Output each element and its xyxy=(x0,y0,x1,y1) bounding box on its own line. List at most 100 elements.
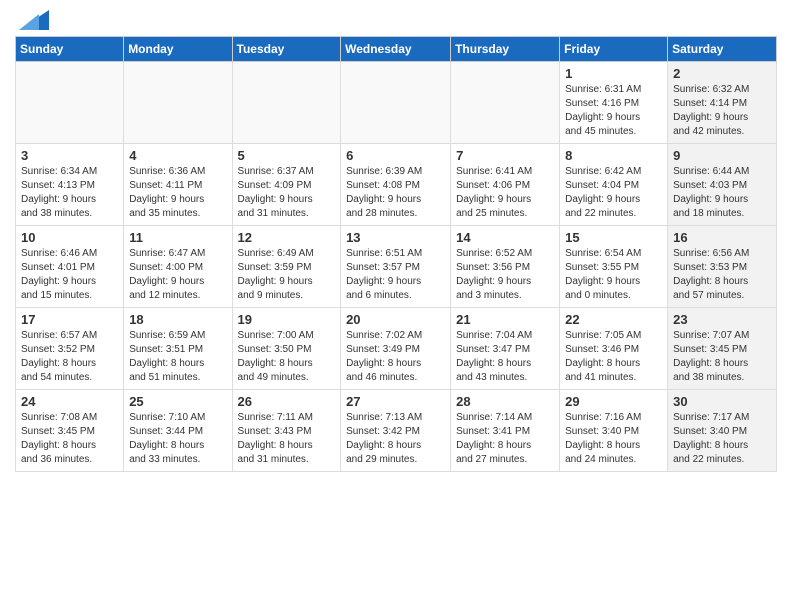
day-number: 28 xyxy=(456,394,554,409)
day-info: Sunrise: 7:11 AM Sunset: 3:43 PM Dayligh… xyxy=(238,411,336,467)
calendar-day-cell: 9 Sunrise: 6:44 AM Sunset: 4:03 PM Daylig… xyxy=(668,144,777,226)
calendar-day-cell: 21Sunrise: 7:04 AM Sunset: 3:47 PM Dayli… xyxy=(451,308,560,390)
logo xyxy=(15,10,49,30)
calendar-day-cell: 20 Sunrise: 7:02 AM Sunset: 3:49 PM Dayli… xyxy=(341,308,451,390)
day-info: Sunrise: 7:08 AM Sunset: 3:45 PM Dayligh… xyxy=(21,411,118,467)
day-number: 20 xyxy=(346,312,445,327)
day-number: 18 xyxy=(129,312,226,327)
day-number: 15 xyxy=(565,230,662,245)
day-info: Sunrise: 6:51 AM Sunset: 3:57 PM Dayligh… xyxy=(346,247,445,303)
calendar-day-cell xyxy=(341,62,451,144)
day-info: Sunrise: 7:13 AM Sunset: 3:42 PM Dayligh… xyxy=(346,411,445,467)
day-info: Sunrise: 6:37 AM Sunset: 4:09 PM Dayligh… xyxy=(238,165,336,221)
calendar-day-cell: 29 Sunrise: 7:16 AM Sunset: 3:40 PM Dayli… xyxy=(560,390,668,472)
calendar-day-cell xyxy=(16,62,124,144)
calendar-day-cell: 12 Sunrise: 6:49 AM Sunset: 3:59 PM Dayli… xyxy=(232,226,341,308)
day-info: Sunrise: 6:59 AM Sunset: 3:51 PM Dayligh… xyxy=(129,329,226,385)
day-info: Sunrise: 6:49 AM Sunset: 3:59 PM Dayligh… xyxy=(238,247,336,303)
day-info: Sunrise: 6:39 AM Sunset: 4:08 PM Dayligh… xyxy=(346,165,445,221)
weekday-header: Monday xyxy=(124,37,232,62)
day-number: 9 xyxy=(673,148,771,163)
calendar-day-cell: 11 Sunrise: 6:47 AM Sunset: 4:00 PM Dayli… xyxy=(124,226,232,308)
calendar-day-cell: 26 Sunrise: 7:11 AM Sunset: 3:43 PM Dayli… xyxy=(232,390,341,472)
day-info: Sunrise: 7:14 AM Sunset: 3:41 PM Dayligh… xyxy=(456,411,554,467)
day-number: 29 xyxy=(565,394,662,409)
logo-icon xyxy=(19,10,49,30)
day-number: 25 xyxy=(129,394,226,409)
calendar-week-row: 1 Sunrise: 6:31 AM Sunset: 4:16 PM Daylig… xyxy=(16,62,777,144)
day-number: 10 xyxy=(21,230,118,245)
header xyxy=(15,10,777,30)
calendar-day-cell: 27 Sunrise: 7:13 AM Sunset: 3:42 PM Dayli… xyxy=(341,390,451,472)
day-info: Sunrise: 6:36 AM Sunset: 4:11 PM Dayligh… xyxy=(129,165,226,221)
day-info: Sunrise: 6:57 AM Sunset: 3:52 PM Dayligh… xyxy=(21,329,118,385)
day-number: 5 xyxy=(238,148,336,163)
day-info: Sunrise: 7:00 AM Sunset: 3:50 PM Dayligh… xyxy=(238,329,336,385)
calendar-day-cell: 22Sunrise: 7:05 AM Sunset: 3:46 PM Dayli… xyxy=(560,308,668,390)
calendar-day-cell: 25 Sunrise: 7:10 AM Sunset: 3:44 PM Dayli… xyxy=(124,390,232,472)
calendar-day-cell xyxy=(124,62,232,144)
calendar-day-cell: 30 Sunrise: 7:17 AM Sunset: 3:40 PM Dayli… xyxy=(668,390,777,472)
weekday-header: Saturday xyxy=(668,37,777,62)
calendar-day-cell: 1 Sunrise: 6:31 AM Sunset: 4:16 PM Daylig… xyxy=(560,62,668,144)
day-number: 6 xyxy=(346,148,445,163)
day-info: Sunrise: 6:52 AM Sunset: 3:56 PM Dayligh… xyxy=(456,247,554,303)
day-info: Sunrise: 7:17 AM Sunset: 3:40 PM Dayligh… xyxy=(673,411,771,467)
calendar-day-cell: 6 Sunrise: 6:39 AM Sunset: 4:08 PM Daylig… xyxy=(341,144,451,226)
day-info: Sunrise: 7:10 AM Sunset: 3:44 PM Dayligh… xyxy=(129,411,226,467)
weekday-header: Tuesday xyxy=(232,37,341,62)
calendar-week-row: 3 Sunrise: 6:34 AM Sunset: 4:13 PM Daylig… xyxy=(16,144,777,226)
calendar-day-cell xyxy=(232,62,341,144)
day-number: 13 xyxy=(346,230,445,245)
day-info: Sunrise: 6:56 AM Sunset: 3:53 PM Dayligh… xyxy=(673,247,771,303)
day-number: 1 xyxy=(565,66,662,81)
calendar-week-row: 24 Sunrise: 7:08 AM Sunset: 3:45 PM Dayli… xyxy=(16,390,777,472)
calendar-week-row: 17Sunrise: 6:57 AM Sunset: 3:52 PM Dayli… xyxy=(16,308,777,390)
day-number: 2 xyxy=(673,66,771,81)
calendar-day-cell: 10Sunrise: 6:46 AM Sunset: 4:01 PM Dayli… xyxy=(16,226,124,308)
calendar-day-cell: 4 Sunrise: 6:36 AM Sunset: 4:11 PM Daylig… xyxy=(124,144,232,226)
calendar-day-cell: 18 Sunrise: 6:59 AM Sunset: 3:51 PM Dayli… xyxy=(124,308,232,390)
weekday-header: Thursday xyxy=(451,37,560,62)
day-number: 30 xyxy=(673,394,771,409)
day-info: Sunrise: 7:16 AM Sunset: 3:40 PM Dayligh… xyxy=(565,411,662,467)
day-number: 27 xyxy=(346,394,445,409)
calendar-day-cell: 3 Sunrise: 6:34 AM Sunset: 4:13 PM Daylig… xyxy=(16,144,124,226)
day-info: Sunrise: 7:07 AM Sunset: 3:45 PM Dayligh… xyxy=(673,329,771,385)
weekday-header: Sunday xyxy=(16,37,124,62)
day-info: Sunrise: 7:02 AM Sunset: 3:49 PM Dayligh… xyxy=(346,329,445,385)
day-number: 8 xyxy=(565,148,662,163)
day-info: Sunrise: 6:32 AM Sunset: 4:14 PM Dayligh… xyxy=(673,83,771,139)
calendar-day-cell: 23 Sunrise: 7:07 AM Sunset: 3:45 PM Dayli… xyxy=(668,308,777,390)
calendar-day-cell: 15 Sunrise: 6:54 AM Sunset: 3:55 PM Dayli… xyxy=(560,226,668,308)
calendar-day-cell: 8Sunrise: 6:42 AM Sunset: 4:04 PM Daylig… xyxy=(560,144,668,226)
day-number: 3 xyxy=(21,148,118,163)
calendar-table: SundayMondayTuesdayWednesdayThursdayFrid… xyxy=(15,36,777,472)
day-number: 4 xyxy=(129,148,226,163)
calendar-day-cell: 19Sunrise: 7:00 AM Sunset: 3:50 PM Dayli… xyxy=(232,308,341,390)
calendar-day-cell: 2 Sunrise: 6:32 AM Sunset: 4:14 PM Daylig… xyxy=(668,62,777,144)
day-number: 7 xyxy=(456,148,554,163)
day-number: 21 xyxy=(456,312,554,327)
day-info: Sunrise: 6:41 AM Sunset: 4:06 PM Dayligh… xyxy=(456,165,554,221)
day-info: Sunrise: 6:31 AM Sunset: 4:16 PM Dayligh… xyxy=(565,83,662,139)
calendar-day-cell: 28 Sunrise: 7:14 AM Sunset: 3:41 PM Dayli… xyxy=(451,390,560,472)
day-number: 23 xyxy=(673,312,771,327)
day-number: 12 xyxy=(238,230,336,245)
day-info: Sunrise: 7:05 AM Sunset: 3:46 PM Dayligh… xyxy=(565,329,662,385)
day-info: Sunrise: 6:47 AM Sunset: 4:00 PM Dayligh… xyxy=(129,247,226,303)
page-container: SundayMondayTuesdayWednesdayThursdayFrid… xyxy=(0,0,792,482)
day-number: 26 xyxy=(238,394,336,409)
calendar-day-cell: 24 Sunrise: 7:08 AM Sunset: 3:45 PM Dayli… xyxy=(16,390,124,472)
weekday-header: Wednesday xyxy=(341,37,451,62)
calendar-day-cell: 13 Sunrise: 6:51 AM Sunset: 3:57 PM Dayli… xyxy=(341,226,451,308)
day-info: Sunrise: 6:54 AM Sunset: 3:55 PM Dayligh… xyxy=(565,247,662,303)
day-info: Sunrise: 6:34 AM Sunset: 4:13 PM Dayligh… xyxy=(21,165,118,221)
day-number: 11 xyxy=(129,230,226,245)
day-number: 24 xyxy=(21,394,118,409)
logo-text xyxy=(15,10,49,30)
calendar-day-cell xyxy=(451,62,560,144)
calendar-day-cell: 16Sunrise: 6:56 AM Sunset: 3:53 PM Dayli… xyxy=(668,226,777,308)
weekday-header: Friday xyxy=(560,37,668,62)
day-info: Sunrise: 6:44 AM Sunset: 4:03 PM Dayligh… xyxy=(673,165,771,221)
